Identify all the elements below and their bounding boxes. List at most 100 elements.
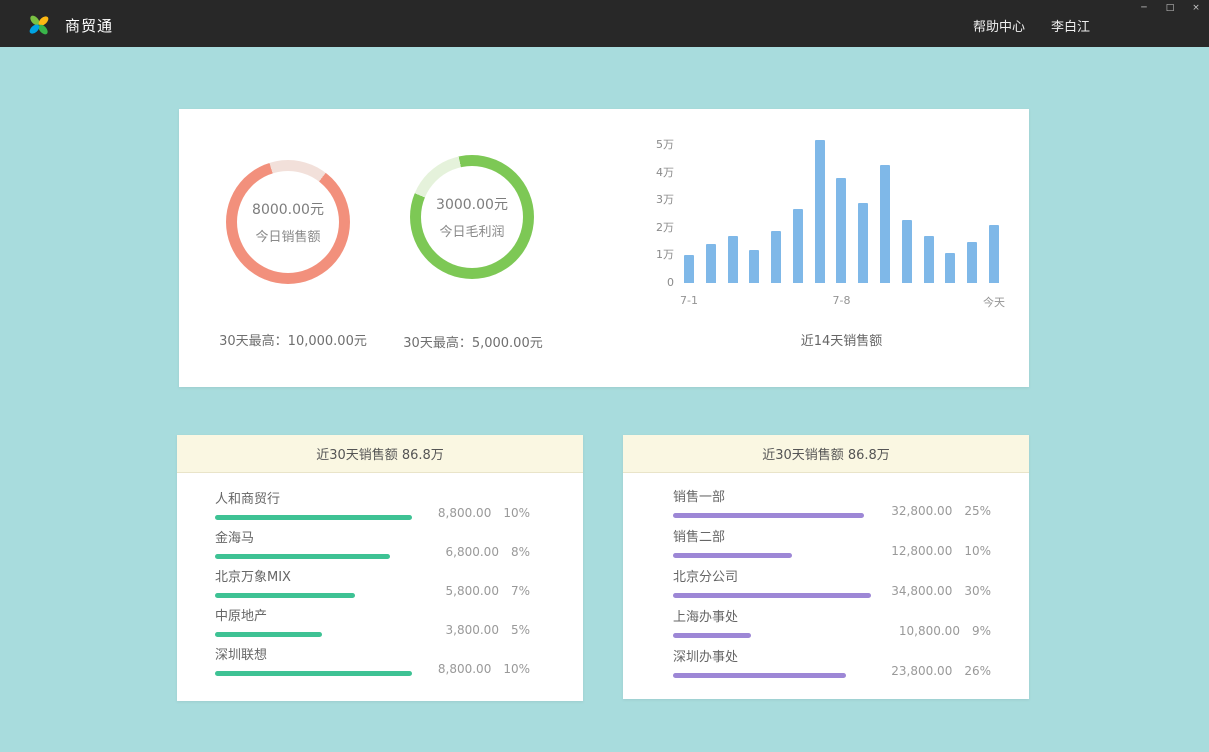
x-axis-label: 7-8 [833,294,851,307]
overview-card: 8000.00元 今日销售额 3000.00元 今日毛利润 30天最高：10,0… [179,109,1029,387]
bar-chart-y-axis: 5万 4万 3万 2万 1万 0 [634,138,674,298]
item-percent: 10% [964,544,991,558]
item-name: 北京分公司 [673,570,871,585]
item-percent: 25% [964,504,991,518]
bar [815,140,825,283]
item-name: 上海办事处 [673,610,871,625]
item-percent: 26% [964,664,991,678]
y-axis-tick: 0 [634,276,674,290]
bar-chart-bars [684,138,999,283]
help-center-link[interactable]: 帮助中心 [973,16,1025,35]
item-progress-bar [215,671,412,676]
item-progress-bar [215,632,322,637]
customer-sales-panel: 近30天销售额 86.8万 人和商贸行8,800.0010%金海马6,800.0… [177,435,583,701]
bar [945,253,955,283]
item-name: 销售二部 [673,530,871,545]
list-item: 中原地产 3,800.00 5% [215,609,530,648]
list-item: 销售二部 12,800.00 10% [673,530,991,570]
today-sales-donut: 8000.00元 今日销售额 [226,160,350,284]
bar-chart-caption: 近14天销售额 [684,330,999,349]
bar [706,244,716,283]
bar [989,225,999,283]
profit-30d-max-note: 30天最高：5,000.00元 [353,332,593,351]
bar [967,242,977,283]
bar [858,203,868,283]
bar [771,231,781,283]
app-logo-icon [26,12,52,38]
item-amount: 10,800.00 [899,624,960,638]
list-item: 金海马6,800.008% [215,531,530,570]
department-sales-panel: 近30天销售额 86.8万 销售一部 32,800.00 25% 销售二部 12,800… [623,435,1029,699]
bar [684,255,694,283]
item-progress-bar [215,554,390,559]
list-item: 深圳联想 8,800.00 10% [215,648,530,687]
bar [880,165,890,283]
item-name: 深圳联想 [215,648,410,663]
item-progress-bar [673,633,751,638]
customer-sales-list: 人和商贸行8,800.0010%金海马6,800.008%北京万象MIX5,80… [177,473,583,687]
today-sales-donut-center: 8000.00元 今日销售额 [237,171,339,273]
x-axis-label: 今天 [983,294,1005,310]
bar [728,236,738,283]
username-link[interactable]: 李白江 [1051,16,1090,35]
sales-14d-bar-chart: 5万 4万 3万 2万 1万 0 7-17-8今天 近14天销售额 [634,138,1014,368]
item-amount: 23,800.00 [891,664,952,678]
today-profit-donut-center: 3000.00元 今日毛利润 [421,166,523,268]
y-axis-tick: 4万 [634,166,674,180]
department-sales-list: 销售一部 32,800.00 25% 销售二部 12,800.00 10% 北京分公司 34,… [623,473,1029,690]
bar [836,178,846,283]
y-axis-tick: 3万 [634,193,674,207]
item-name: 人和商贸行 [215,492,410,507]
list-item: 北京万象MIX 5,800.00 7% [215,570,530,609]
item-amount: 12,800.00 [891,544,952,558]
item-progress-bar [215,593,355,598]
today-profit-value: 3000.00元 [436,194,508,214]
item-amount: 6,800.00 [446,545,499,559]
item-percent: 10% [503,506,530,520]
item-amount: 32,800.00 [891,504,952,518]
item-percent: 8% [511,545,530,559]
today-sales-label: 今日销售额 [255,226,320,245]
item-percent: 9% [972,624,991,638]
y-axis-tick: 1万 [634,248,674,262]
customer-panel-title: 近30天销售额 86.8万 [177,435,583,473]
list-item: 北京分公司 34,800.00 30% [673,570,991,610]
item-percent: 30% [964,584,991,598]
item-percent: 7% [511,584,530,598]
header-links: 帮助中心 李白江 [973,10,1090,40]
item-percent: 5% [511,623,530,637]
item-name: 销售一部 [673,490,871,505]
item-name: 北京万象MIX [215,570,410,585]
bar-chart-x-axis: 7-17-8今天 [684,294,999,308]
item-amount: 3,800.00 [446,623,499,637]
y-axis-tick: 2万 [634,221,674,235]
app-header: 商贸通 帮助中心 李白江 [0,10,1209,40]
bar [749,250,759,283]
list-item: 人和商贸行 8,800.00 10% [215,492,530,531]
item-amount: 34,800.00 [891,584,952,598]
today-sales-value: 8000.00元 [252,199,324,219]
item-amount: 8,800.00 [438,662,491,676]
titlebar: ─ □ × 商贸通 帮助中心 李白江 [0,0,1209,47]
bar [902,220,912,283]
item-name: 中原地产 [215,609,410,624]
y-axis-tick: 5万 [634,138,674,152]
item-percent: 10% [503,662,530,676]
list-item: 深圳办事处 23,800.00 26% [673,650,991,690]
item-progress-bar [673,513,864,518]
item-amount: 8,800.00 [438,506,491,520]
app-title: 商贸通 [65,15,113,36]
bar [924,236,934,283]
bar [793,209,803,283]
item-progress-bar [673,593,871,598]
item-amount: 5,800.00 [446,584,499,598]
list-item: 上海办事处 10,800.00 9% [673,610,991,650]
item-progress-bar [215,515,412,520]
item-progress-bar [673,673,846,678]
list-item: 销售一部 32,800.00 25% [673,490,991,530]
item-name: 深圳办事处 [673,650,871,665]
department-panel-title: 近30天销售额 86.8万 [623,435,1029,473]
today-profit-label: 今日毛利润 [439,221,504,240]
item-progress-bar [673,553,792,558]
today-profit-donut: 3000.00元 今日毛利润 [410,155,534,279]
